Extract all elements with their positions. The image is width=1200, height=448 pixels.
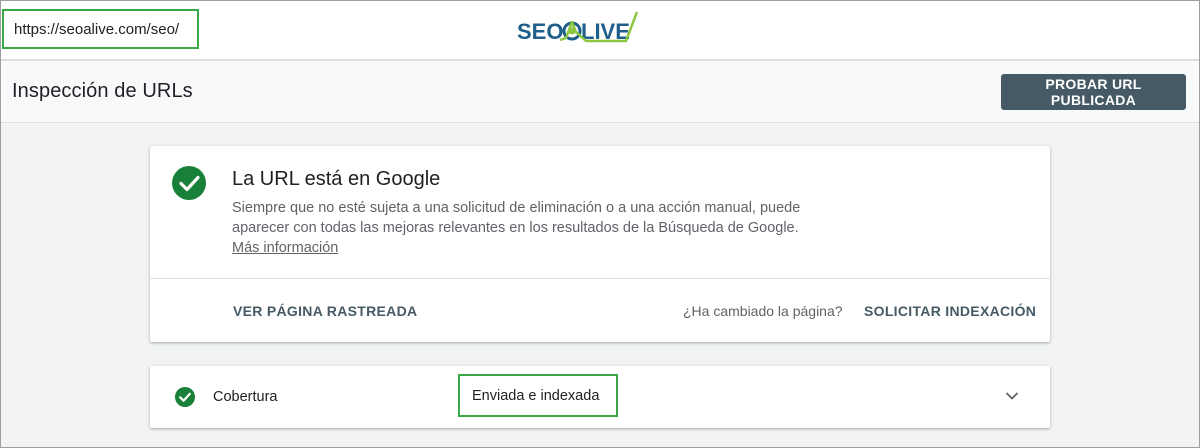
status-title: La URL está en Google [232, 168, 441, 190]
chevron-down-icon[interactable] [1005, 391, 1019, 401]
card-divider [150, 278, 1050, 279]
page-title: Inspección de URLs [12, 80, 193, 102]
url-status-card: La URL está en Google Siempre que no est… [150, 146, 1050, 342]
page-changed-question: ¿Ha cambiado la página? [683, 303, 843, 319]
status-description-text: Siempre que no esté sujeta a una solicit… [232, 200, 801, 236]
coverage-label: Cobertura [213, 389, 278, 405]
coverage-status-text: Enviada e indexada [472, 387, 600, 404]
check-circle-icon [172, 166, 206, 200]
page-header: Inspección de URLs PROBAR URL PUBLICADA [0, 61, 1200, 123]
test-live-url-button[interactable]: PROBAR URL PUBLICADA [1001, 74, 1186, 110]
request-indexing-button[interactable]: SOLICITAR INDEXACIÓN [864, 303, 1036, 319]
more-info-link[interactable]: Más información [232, 240, 338, 256]
top-bar: https://seoalive.com/seo/ SEO LIVE [0, 0, 1200, 60]
svg-text:SEO: SEO [517, 19, 563, 44]
view-crawled-page-button[interactable]: VER PÁGINA RASTREADA [233, 303, 417, 319]
url-text: https://seoalive.com/seo/ [14, 20, 180, 38]
seoalive-logo: SEO LIVE [516, 8, 640, 44]
logo-graphic: SEO LIVE [517, 11, 639, 44]
coverage-status: Enviada e indexada [458, 374, 618, 417]
status-description: Siempre que no esté sujeta a una solicit… [232, 198, 822, 258]
check-circle-icon [175, 387, 195, 407]
url-input[interactable]: https://seoalive.com/seo/ [2, 9, 199, 49]
coverage-row[interactable]: Cobertura Enviada e indexada [150, 366, 1050, 428]
